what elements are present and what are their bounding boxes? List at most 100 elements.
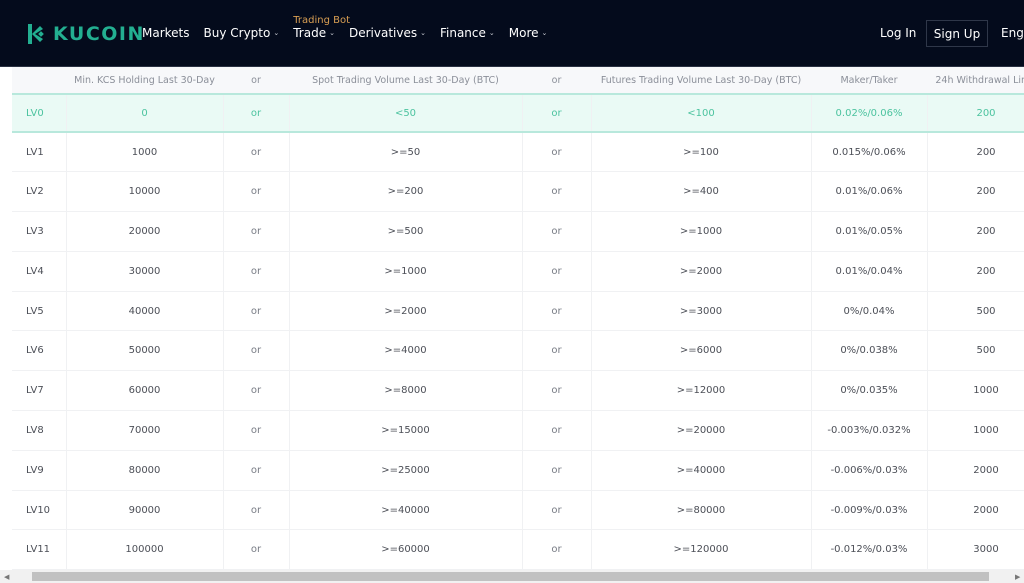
kcs-holding-cell: 20000	[66, 211, 224, 252]
level-cell: LV7	[12, 370, 67, 412]
level-cell: LV6	[12, 330, 67, 372]
language-selector[interactable]: Engl	[1001, 26, 1024, 40]
chevron-down-icon: ⌄	[420, 29, 426, 37]
column-header-maker-taker: Maker/Taker	[811, 67, 927, 95]
or-cell: or	[522, 132, 592, 173]
withdrawal-limit-cell: 200	[927, 132, 1024, 173]
kcs-holding-cell: 40000	[66, 291, 224, 332]
fee-level-table: Min. KCS Holding Last 30-Day or Spot Tra…	[12, 67, 1024, 570]
kcs-holding-cell: 60000	[66, 370, 224, 412]
level-cell: LV11	[12, 529, 67, 570]
futures-volume-cell: >=40000	[591, 450, 812, 491]
spot-volume-cell: >=200	[289, 171, 523, 213]
or-cell: or	[223, 132, 290, 173]
nav-finance[interactable]: Finance ⌄	[440, 26, 495, 40]
kucoin-logo-icon	[28, 24, 44, 44]
kcs-holding-cell: 0	[66, 94, 224, 133]
or-cell: or	[522, 370, 592, 412]
maker-taker-cell: 0%/0.035%	[811, 370, 928, 412]
or-cell: or	[522, 529, 592, 570]
level-cell: LV8	[12, 410, 67, 451]
maker-taker-cell: 0%/0.038%	[811, 330, 928, 372]
futures-volume-cell: >=80000	[591, 490, 812, 531]
nav-derivatives[interactable]: Derivatives ⌄	[349, 26, 426, 40]
or-cell: or	[223, 490, 290, 531]
scroll-right-arrow-icon[interactable]: ▶	[1015, 573, 1020, 581]
withdrawal-limit-cell: 500	[927, 330, 1024, 372]
or-cell: or	[522, 410, 592, 451]
table-row: LV7 60000 or >=8000 or >=12000 0%/0.035% 1000	[12, 370, 1024, 412]
or-cell: or	[522, 251, 592, 292]
table-row: LV2 10000 or >=200 or >=400 0.01%/0.06% 200	[12, 171, 1024, 213]
nav-buy-crypto-label: Buy Crypto	[203, 26, 271, 40]
or-cell: or	[522, 450, 592, 491]
column-header-withdrawal-limit: 24h Withdrawal Limit	[927, 67, 1024, 95]
withdrawal-limit-cell: 2000	[927, 450, 1024, 491]
level-cell: LV4	[12, 251, 67, 292]
spot-volume-cell: >=15000	[289, 410, 523, 451]
signup-label: Sign Up	[933, 26, 981, 41]
withdrawal-limit-cell: 200	[927, 94, 1024, 133]
withdrawal-limit-cell: 200	[927, 171, 1024, 213]
table-row: LV6 50000 or >=4000 or >=6000 0%/0.038% 500	[12, 330, 1024, 372]
or-cell: or	[223, 450, 290, 491]
spot-volume-cell: >=60000	[289, 529, 523, 570]
kucoin-logo[interactable]: KUCOIN	[26, 22, 145, 46]
scrollbar-thumb[interactable]	[32, 572, 989, 581]
signup-button[interactable]: Sign Up	[926, 20, 988, 47]
table-row: LV11 100000 or >=60000 or >=120000 -0.012%/0.0…	[12, 529, 1024, 570]
spot-volume-cell: >=40000	[289, 490, 523, 531]
column-header-or: or	[522, 67, 591, 95]
nav-more[interactable]: More ⌄	[509, 26, 548, 40]
or-cell: or	[522, 291, 592, 332]
fee-level-table-container: Min. KCS Holding Last 30-Day or Spot Tra…	[12, 67, 1024, 570]
chevron-down-icon: ⌄	[541, 29, 548, 37]
level-cell: LV5	[12, 291, 67, 332]
chevron-down-icon: ⌄	[329, 29, 335, 37]
horizontal-scrollbar[interactable]: ◀ ▶	[0, 570, 1024, 583]
or-cell: or	[522, 211, 592, 252]
kcs-holding-cell: 90000	[66, 490, 224, 531]
or-cell: or	[223, 330, 290, 372]
level-cell: LV1	[12, 132, 67, 173]
table-row: LV9 80000 or >=25000 or >=40000 -0.006%/0.03% 2…	[12, 450, 1024, 491]
table-row: LV0 0 or <50 or <100 0.02%/0.06% 200	[12, 94, 1024, 133]
scroll-left-arrow-icon[interactable]: ◀	[4, 573, 9, 581]
table-row: LV10 90000 or >=40000 or >=80000 -0.009%/0.03%…	[12, 490, 1024, 531]
table-row: LV3 20000 or >=500 or >=1000 0.01%/0.05% 200	[12, 211, 1024, 252]
or-cell: or	[522, 490, 592, 531]
maker-taker-cell: 0.015%/0.06%	[811, 132, 928, 173]
kcs-holding-cell: 10000	[66, 171, 224, 213]
nav-buy-crypto[interactable]: Buy Crypto ⌄	[204, 26, 280, 40]
brand-name: KUCOIN	[53, 23, 145, 45]
spot-volume-cell: >=25000	[289, 450, 523, 491]
futures-volume-cell: >=6000	[591, 330, 812, 372]
or-cell: or	[522, 330, 592, 372]
trading-bot-badge[interactable]: Trading Bot	[293, 15, 350, 26]
nav-finance-label: Finance	[439, 26, 486, 40]
top-navigation-bar: KUCOIN Markets Buy Crypto ⌄ Trading Bot …	[0, 0, 1024, 67]
nav-derivatives-label: Derivatives	[348, 26, 418, 40]
spot-volume-cell: <50	[289, 94, 523, 133]
or-cell: or	[223, 94, 290, 133]
futures-volume-cell: <100	[591, 94, 812, 133]
nav-trade[interactable]: Trading Bot Trade ⌄	[293, 15, 350, 40]
futures-volume-cell: >=2000	[591, 251, 812, 292]
spot-volume-cell: >=1000	[289, 251, 523, 292]
column-header-futures-volume: Futures Trading Volume Last 30-Day (BTC)	[591, 67, 811, 95]
kcs-holding-cell: 50000	[66, 330, 224, 372]
spot-volume-cell: >=8000	[289, 370, 523, 412]
or-cell: or	[223, 251, 290, 292]
chevron-down-icon: ⌄	[273, 29, 280, 37]
login-button[interactable]: Log In	[880, 26, 916, 40]
futures-volume-cell: >=1000	[591, 211, 812, 252]
or-cell: or	[223, 171, 290, 213]
maker-taker-cell: 0.01%/0.05%	[811, 211, 928, 252]
nav-markets[interactable]: Markets	[142, 26, 190, 40]
futures-volume-cell: >=3000	[591, 291, 812, 332]
nav-trade-label: Trade	[293, 26, 327, 40]
level-cell: LV2	[12, 171, 67, 213]
maker-taker-cell: 0%/0.04%	[811, 291, 928, 332]
or-cell: or	[522, 171, 592, 213]
kcs-holding-cell: 1000	[66, 132, 224, 173]
